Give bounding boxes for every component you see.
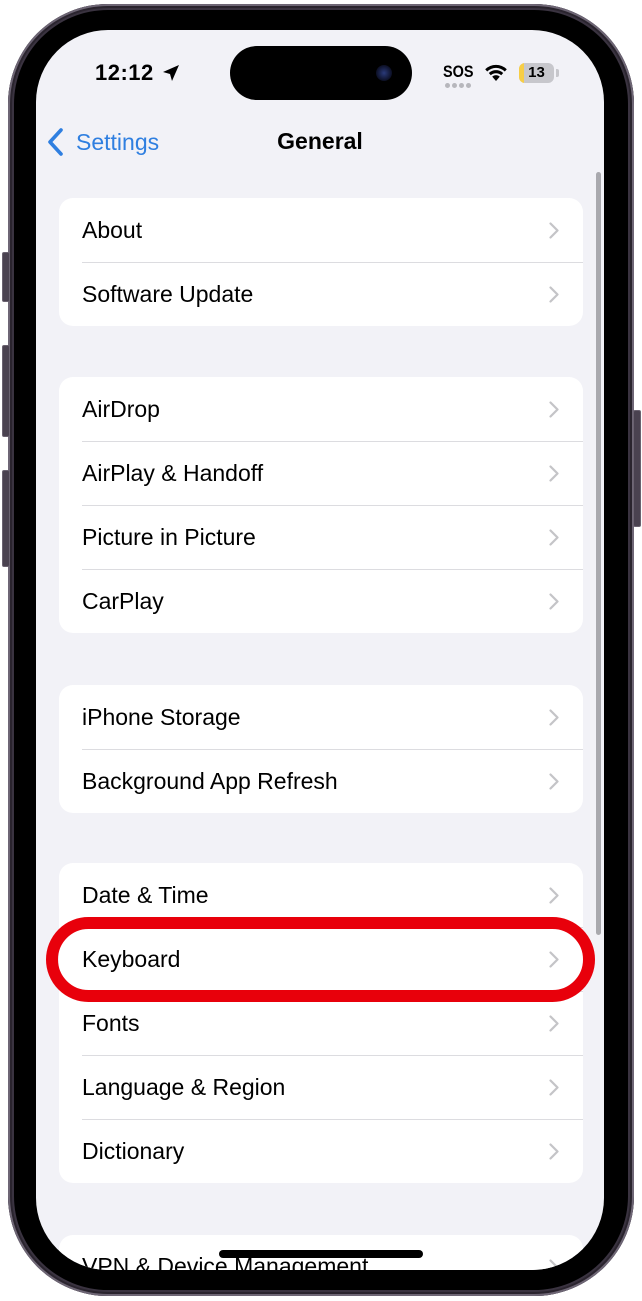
row-label: Dictionary [82, 1137, 185, 1164]
row-software-update[interactable]: Software Update [59, 262, 583, 326]
dynamic-island [230, 46, 412, 100]
signal-dots [445, 83, 471, 88]
row-airdrop[interactable]: AirDrop [59, 377, 583, 441]
row-label: Fonts [82, 1009, 140, 1036]
row-label: CarPlay [82, 587, 164, 614]
chevron-right-icon [549, 286, 559, 303]
volume-down-button [2, 470, 10, 567]
group-storage: iPhone Storage Background App Refresh [59, 685, 583, 813]
battery-tip [556, 69, 559, 77]
chevron-right-icon [549, 593, 559, 610]
row-label: Picture in Picture [82, 523, 256, 550]
group-connectivity: AirDrop AirPlay & Handoff Picture in Pic… [59, 377, 583, 633]
location-arrow-icon [163, 65, 179, 81]
group-locale: Date & Time Keyboard Fonts Language & Re… [59, 863, 583, 1183]
row-label: Keyboard [82, 945, 181, 972]
row-airplay-handoff[interactable]: AirPlay & Handoff [59, 441, 583, 505]
chevron-right-icon [549, 465, 559, 482]
row-label: AirPlay & Handoff [82, 459, 264, 486]
chevron-right-icon [549, 1015, 559, 1032]
power-button [633, 410, 641, 527]
wifi-icon [485, 64, 507, 81]
chevron-right-icon [549, 1079, 559, 1096]
row-keyboard[interactable]: Keyboard [59, 927, 583, 991]
row-label: Software Update [82, 280, 254, 307]
scrollbar[interactable] [596, 172, 601, 935]
chevron-right-icon [549, 887, 559, 904]
page-title: General [277, 128, 363, 154]
chevron-right-icon [549, 1143, 559, 1160]
row-date-time[interactable]: Date & Time [59, 863, 583, 927]
row-background-app-refresh[interactable]: Background App Refresh [59, 749, 583, 813]
row-label: Background App Refresh [82, 767, 338, 794]
sos-indicator: SOS [443, 62, 474, 81]
row-iphone-storage[interactable]: iPhone Storage [59, 685, 583, 749]
battery-level: 13 [528, 64, 545, 81]
row-dictionary[interactable]: Dictionary [59, 1119, 583, 1183]
group-about: About Software Update [59, 198, 583, 326]
row-label: About [82, 216, 143, 243]
navigation-bar: Settings General [36, 120, 604, 164]
row-language-region[interactable]: Language & Region [59, 1055, 583, 1119]
row-label: Date & Time [82, 881, 209, 908]
row-carplay[interactable]: CarPlay [59, 569, 583, 633]
row-picture-in-picture[interactable]: Picture in Picture [59, 505, 583, 569]
status-bar: 12:12 SOS 13 [36, 30, 604, 120]
screen: About Software Update AirDrop AirPlay & … [36, 30, 604, 1270]
action-button [2, 252, 10, 302]
settings-list: About Software Update AirDrop AirPlay & … [36, 30, 604, 1270]
chevron-right-icon [549, 222, 559, 239]
chevron-right-icon [549, 709, 559, 726]
volume-up-button [2, 345, 10, 437]
clock: 12:12 [95, 60, 154, 85]
chevron-right-icon [549, 773, 559, 790]
front-camera [376, 65, 392, 81]
row-label: Language & Region [82, 1073, 286, 1100]
row-about[interactable]: About [59, 198, 583, 262]
chevron-right-icon [549, 401, 559, 418]
chevron-right-icon [549, 951, 559, 968]
chevron-right-icon [549, 1259, 559, 1270]
chevron-right-icon [549, 529, 559, 546]
battery-indicator: 13 [519, 63, 554, 83]
row-label: AirDrop [82, 395, 160, 422]
home-indicator[interactable] [219, 1250, 423, 1258]
row-label: iPhone Storage [82, 703, 241, 730]
row-fonts[interactable]: Fonts [59, 991, 583, 1055]
